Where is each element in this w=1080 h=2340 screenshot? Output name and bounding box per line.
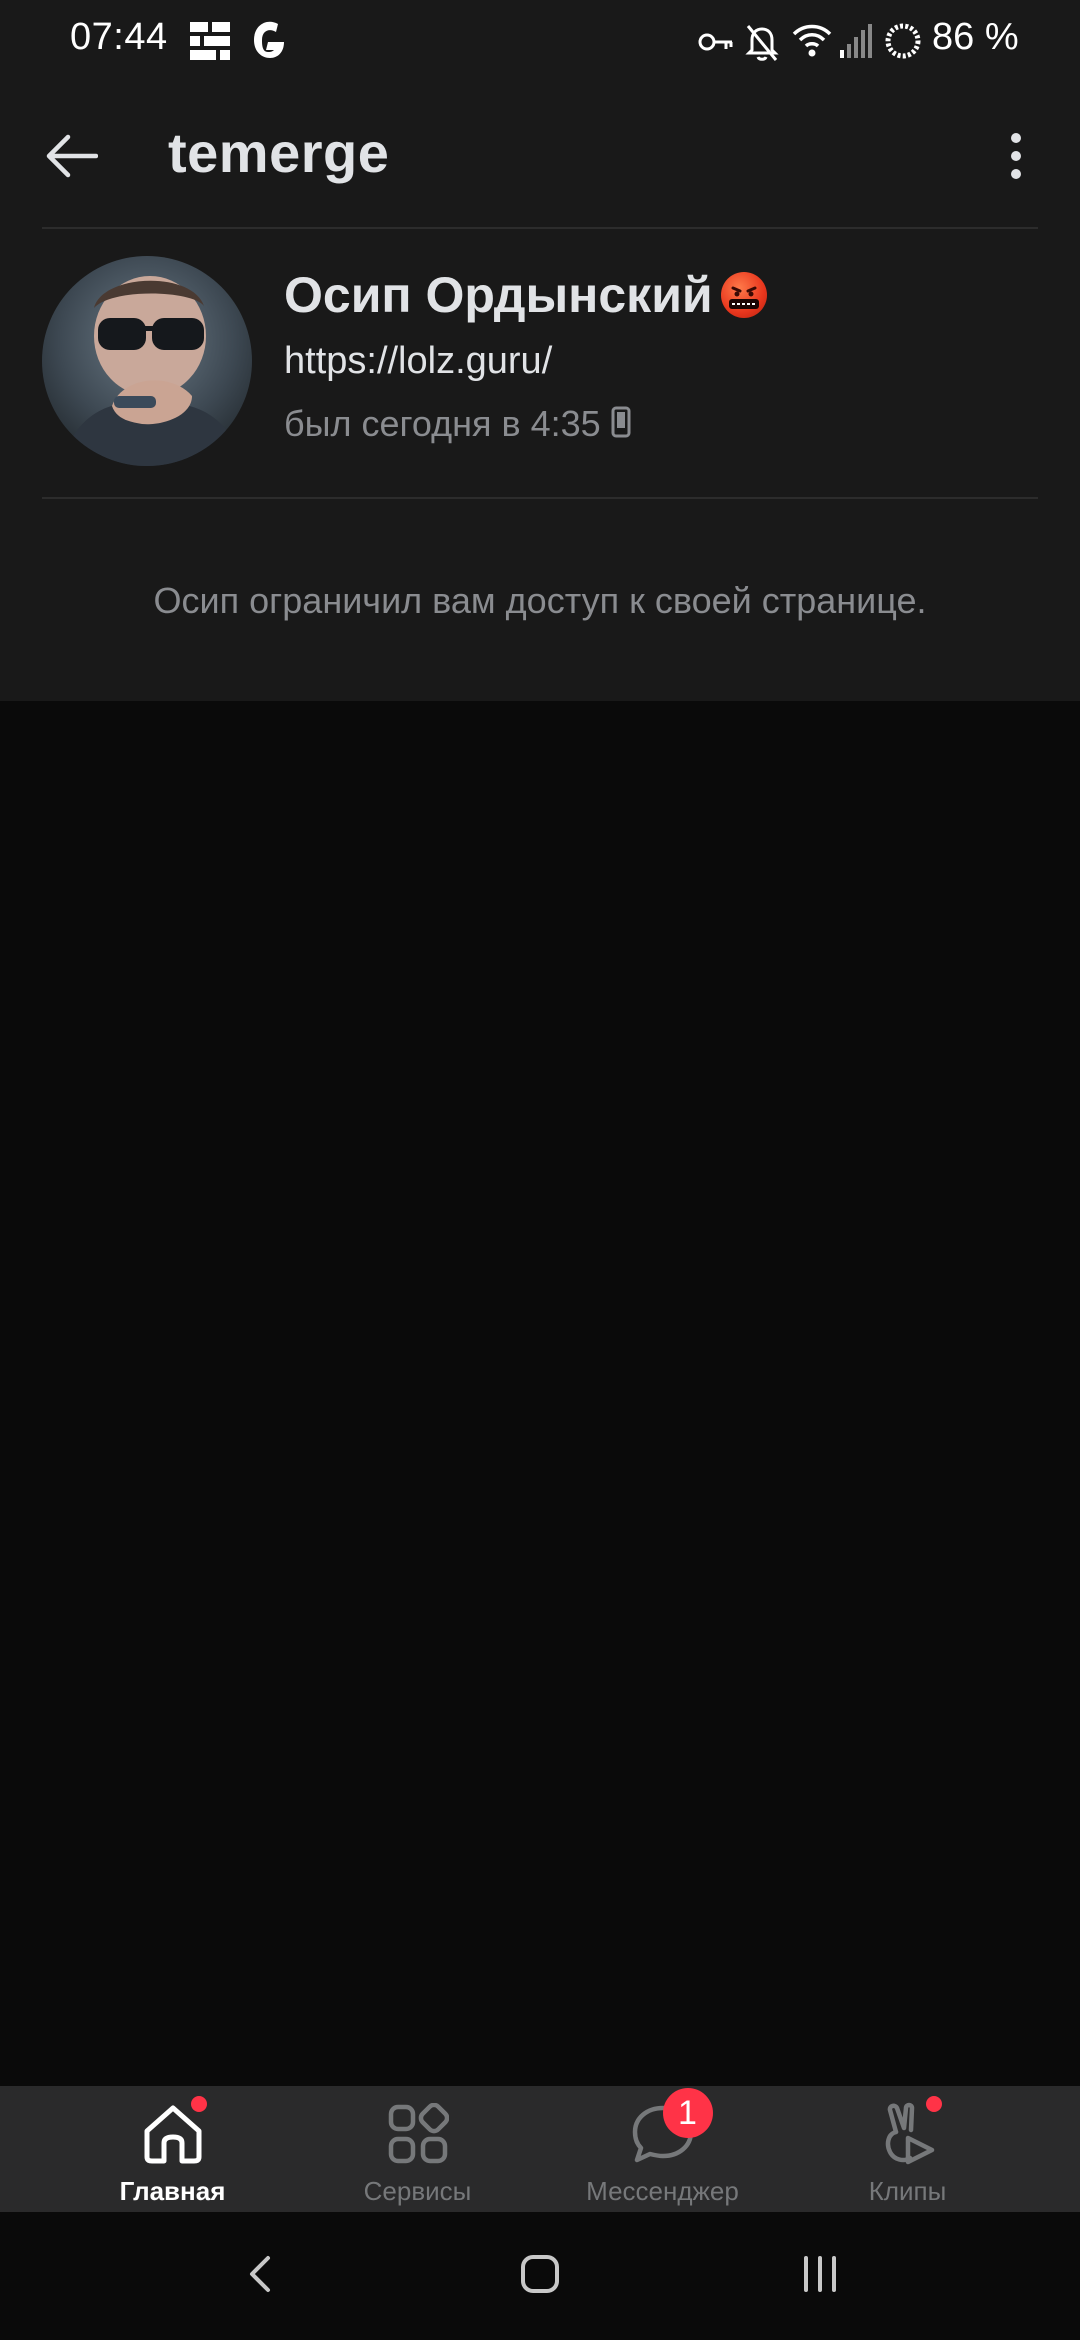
g-app-icon — [248, 18, 288, 62]
battery-percent: 86 % — [932, 16, 1019, 58]
services-icon — [387, 2102, 449, 2170]
system-back-button[interactable] — [220, 2236, 300, 2316]
profile-link[interactable]: https://lolz.guru/ — [284, 340, 552, 383]
back-chevron-icon — [248, 2254, 272, 2299]
nav-item-messenger[interactable]: 1 Мессенджер — [540, 2086, 785, 2212]
grid-app-icon — [190, 22, 230, 60]
more-vertical-icon — [1009, 132, 1023, 185]
status-time: 07:44 — [70, 16, 168, 58]
wifi-icon — [792, 22, 832, 58]
signal-icon — [840, 24, 872, 58]
arrow-left-icon — [46, 134, 99, 183]
last-seen-row: был сегодня в 4:35 — [284, 403, 631, 445]
nav-item-services[interactable]: Сервисы — [295, 2086, 540, 2212]
recents-icon — [800, 2255, 840, 2297]
angry-face-emoji[interactable] — [720, 272, 767, 318]
bottom-nav: Главная Сервисы 1 Мессенджер Клипы — [0, 2086, 1080, 2212]
divider — [42, 227, 1038, 229]
notification-dot — [925, 2096, 942, 2112]
nav-item-clips[interactable]: Клипы — [785, 2086, 1030, 2212]
divider — [42, 497, 1038, 499]
system-nav-bar — [0, 2212, 1080, 2340]
avatar[interactable] — [42, 256, 252, 466]
app-bar: temerge — [0, 84, 1080, 228]
notification-dot — [190, 2096, 207, 2112]
home-icon — [141, 2103, 205, 2170]
key-icon — [698, 30, 734, 54]
restricted-access-message: Осип ограничил вам доступ к своей страни… — [153, 580, 927, 621]
bell-off-icon — [744, 22, 780, 62]
clips-icon — [878, 2102, 938, 2171]
page-title: temerge — [168, 121, 390, 184]
nav-item-home[interactable]: Главная — [50, 2086, 295, 2212]
unread-badge: 1 — [662, 2088, 713, 2138]
profile-name: Осип Ордынский — [284, 267, 713, 323]
profile-name-row: Осип Ордынский — [284, 262, 767, 328]
phone-icon — [611, 406, 631, 443]
nav-label: Сервисы — [363, 2176, 472, 2206]
nav-label: Главная — [119, 2176, 226, 2206]
screen: 07:44 86 % temerge Осип Ордынский https:… — [0, 0, 1080, 2340]
status-bar: 07:44 86 % — [0, 0, 1080, 84]
more-options-button[interactable] — [986, 122, 1046, 194]
home-square-icon — [520, 2254, 560, 2299]
nav-label: Клипы — [868, 2176, 947, 2206]
battery-ring-icon — [884, 22, 922, 60]
last-seen: был сегодня в 4:35 — [284, 403, 601, 444]
back-button[interactable] — [36, 122, 108, 194]
system-recents-button[interactable] — [780, 2236, 860, 2316]
nav-label: Мессенджер — [586, 2176, 739, 2206]
system-home-button[interactable] — [500, 2236, 580, 2316]
